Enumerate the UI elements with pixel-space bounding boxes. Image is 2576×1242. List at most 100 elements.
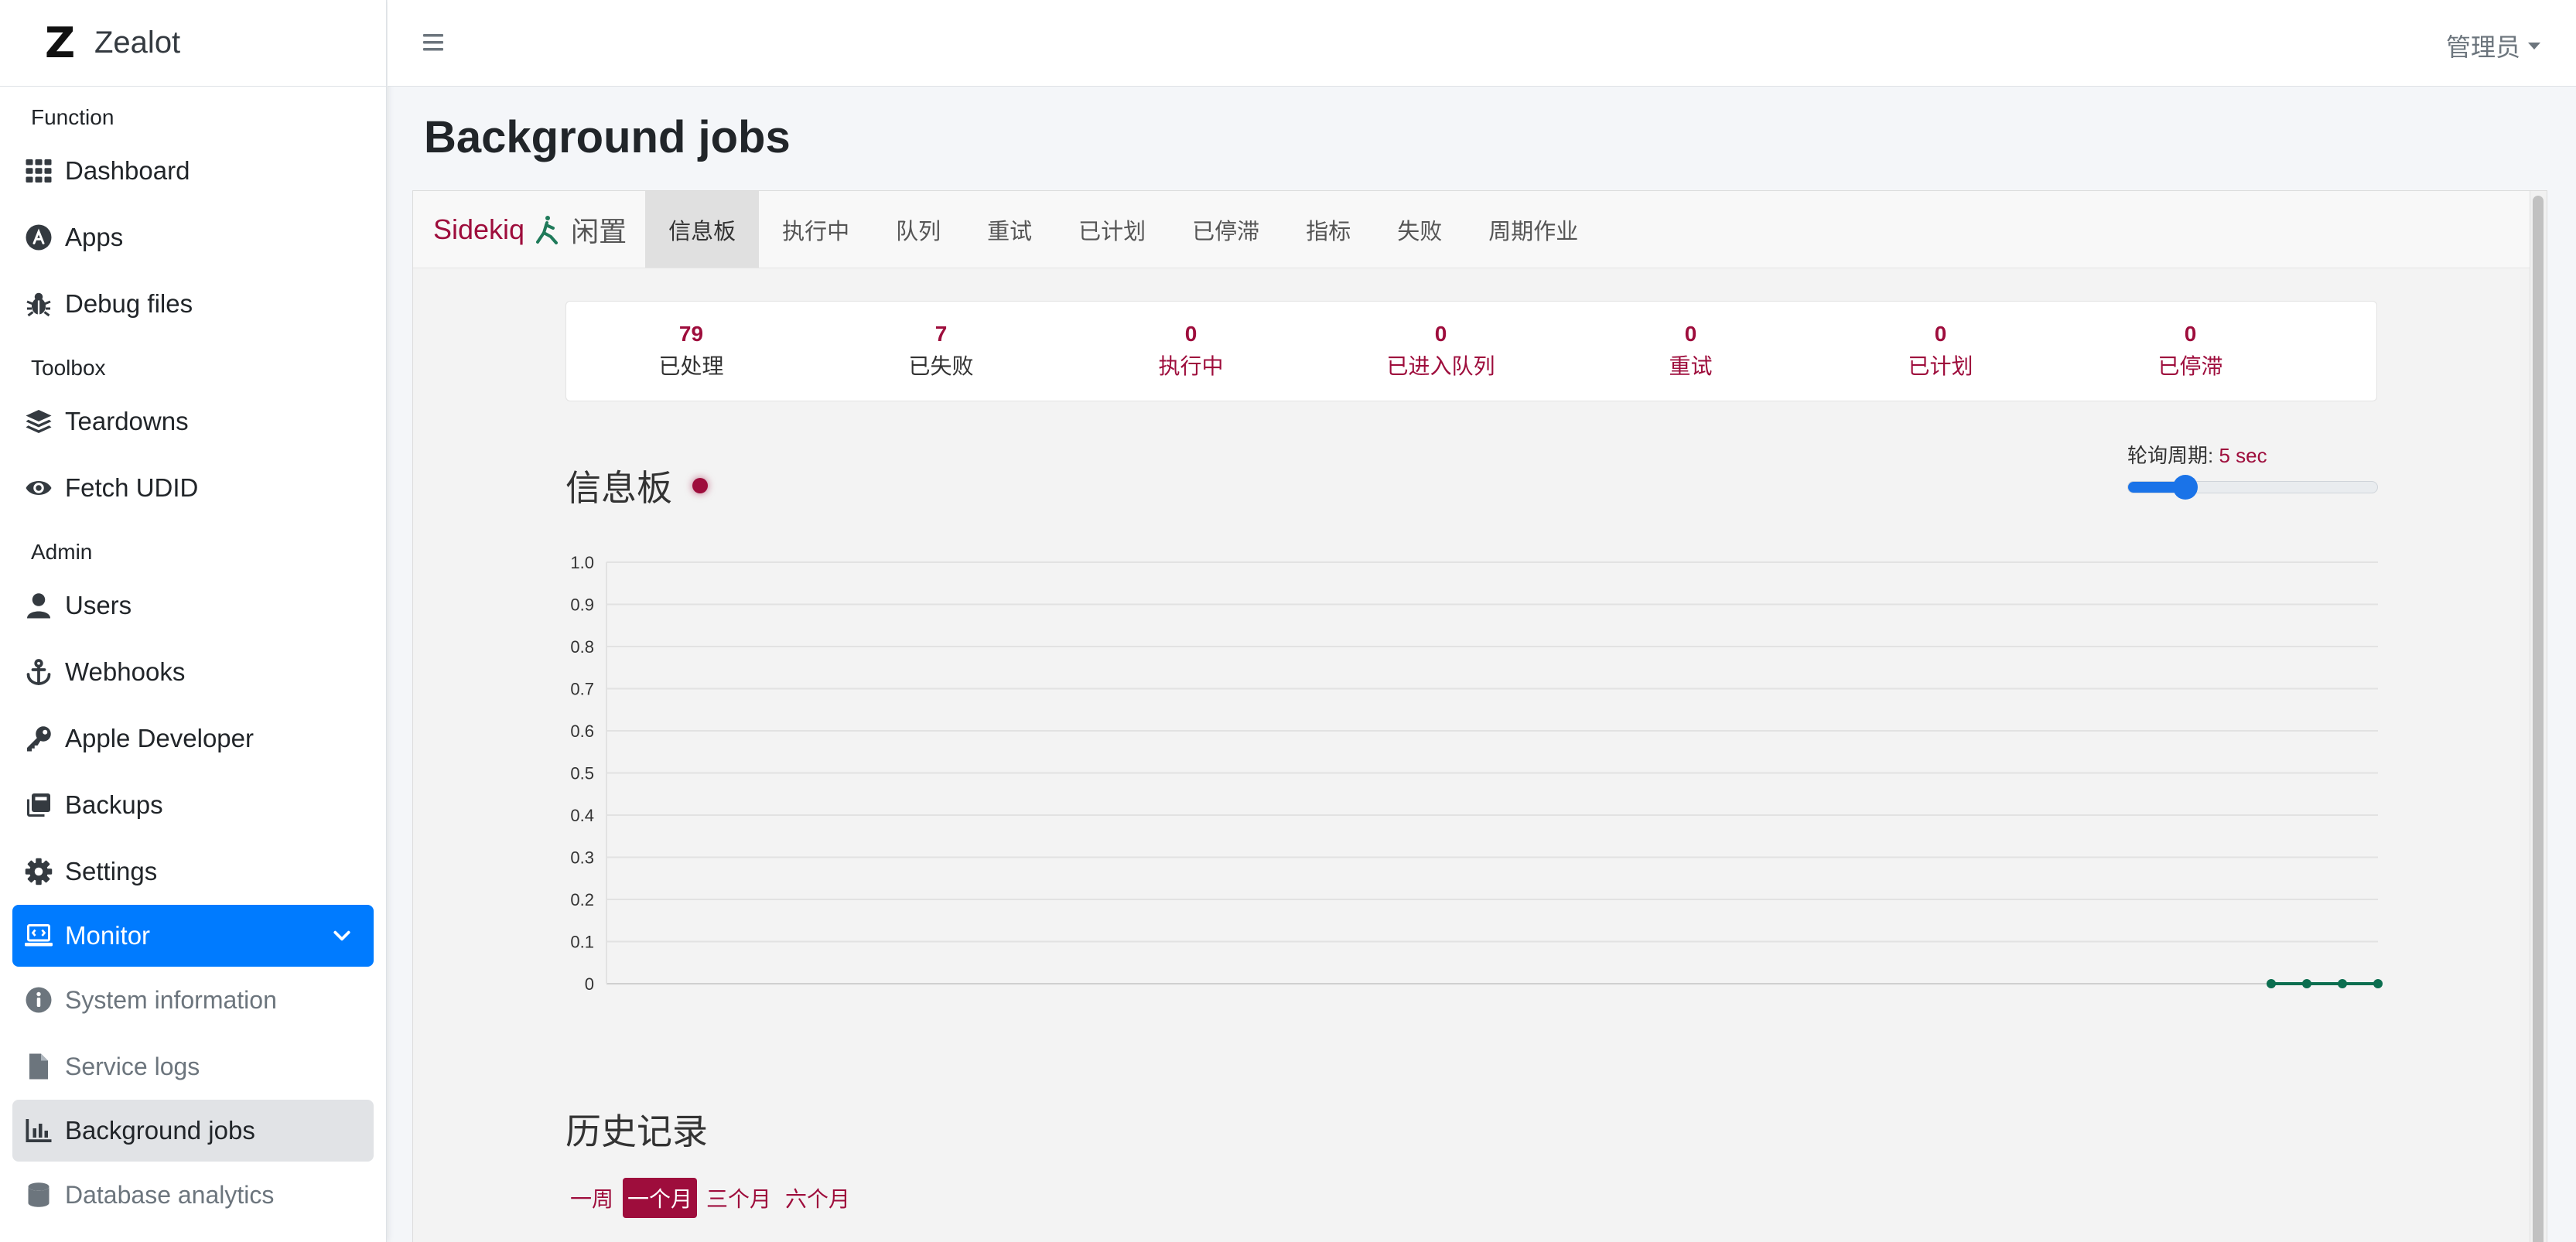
range-1-month[interactable]: 一个月 <box>623 1178 698 1218</box>
tab-queues[interactable]: 队列 <box>873 191 964 268</box>
tab-scheduled[interactable]: 已计划 <box>1055 191 1169 268</box>
y-tick-label: 0.3 <box>570 848 594 868</box>
sidebar-item-label: Fetch UDID <box>65 473 199 502</box>
sidebar-item-monitor[interactable]: Monitor <box>12 905 374 967</box>
slider-thumb[interactable] <box>2173 475 2198 500</box>
y-tick-label: 0 <box>585 974 594 994</box>
app-store-icon <box>23 222 54 253</box>
tab-busy[interactable]: 执行中 <box>759 191 873 268</box>
sidebar-item-debug-files[interactable]: Debug files <box>12 271 374 337</box>
tab-failures[interactable]: 失败 <box>1374 191 1465 268</box>
sidebar-item-label: Backups <box>65 790 163 819</box>
y-tick-label: 0.9 <box>570 595 594 615</box>
sidebar-item-label: Database analytics <box>65 1180 275 1209</box>
beacon-indicator <box>692 478 708 493</box>
tab-dashboard[interactable]: 信息板 <box>645 191 760 268</box>
sidebar-item-background-jobs[interactable]: Background jobs <box>12 1100 374 1162</box>
range-1-week[interactable]: 一周 <box>565 1178 618 1218</box>
sidebar-item-settings[interactable]: Settings <box>12 838 374 905</box>
brand[interactable]: Z Zealot <box>0 0 386 87</box>
gear-icon <box>23 856 54 887</box>
sidebar-item-service-logs[interactable]: Service logs <box>12 1033 374 1100</box>
y-tick-label: 0.4 <box>570 806 594 825</box>
sidebar: Z Zealot Function Dashboard Apps Debug f… <box>0 0 387 1242</box>
y-tick-label: 0.6 <box>570 722 594 741</box>
scrollbar-thumb[interactable] <box>2533 196 2544 1242</box>
stat-scheduled[interactable]: 0 已计划 <box>1816 302 2065 401</box>
eye-icon <box>23 473 54 503</box>
stat-label: 已进入队列 <box>1386 354 1495 378</box>
data-point[interactable] <box>2267 979 2276 988</box>
sidebar-item-fetch-udid[interactable]: Fetch UDID <box>12 455 374 521</box>
chart-bar-icon <box>23 1115 54 1146</box>
info-icon <box>23 984 54 1015</box>
tab-retries[interactable]: 重试 <box>964 191 1055 268</box>
data-point[interactable] <box>2338 979 2347 988</box>
tab-metrics[interactable]: 指标 <box>1283 191 1374 268</box>
stat-label: 执行中 <box>1158 354 1224 378</box>
hamburger-menu-icon[interactable] <box>422 31 445 54</box>
stat-enqueued[interactable]: 0 已进入队列 <box>1316 302 1566 401</box>
realtime-chart: 1.0 0.9 0.8 0.7 0.6 0.5 0.4 0.3 0.2 0.1 0 <box>570 554 2383 994</box>
poll-interval-slider[interactable] <box>2127 475 2378 500</box>
stats-summary: 79 已处理 7 已失败 0 执行中 0 已进入队列 0 重试 0 已计划 0 … <box>565 301 2377 401</box>
key-icon <box>23 723 54 754</box>
tab-dead[interactable]: 已停滞 <box>1169 191 1283 268</box>
sidebar-item-webhooks[interactable]: Webhooks <box>12 639 374 705</box>
sidebar-item-label: Background jobs <box>65 1116 255 1145</box>
sidebar-item-backups[interactable]: Backups <box>12 772 374 838</box>
layers-icon <box>23 406 54 437</box>
user-menu-dropdown[interactable]: 管理员 <box>2446 28 2540 63</box>
sidekiq-brand[interactable]: Sidekiq 闲置 <box>413 191 645 268</box>
sidebar-item-label: Apps <box>65 223 124 251</box>
y-tick-label: 0.5 <box>570 764 594 783</box>
sidebar-item-label: Apple Developer <box>65 724 254 752</box>
stat-label: 已停滞 <box>2157 354 2223 378</box>
file-icon <box>23 1051 54 1082</box>
stat-count: 0 <box>1684 322 1697 346</box>
sidebar-item-users[interactable]: Users <box>12 572 374 639</box>
poll-interval-label: 轮询周期: 5 sec <box>2127 440 2378 469</box>
scrollbar[interactable] <box>2530 191 2547 1242</box>
sidebar-item-label: Monitor <box>65 921 151 950</box>
data-point[interactable] <box>2302 979 2311 988</box>
data-point[interactable] <box>2373 979 2383 988</box>
sidebar-item-dashboard[interactable]: Dashboard <box>12 138 374 204</box>
sidebar-item-apps[interactable]: Apps <box>12 204 374 271</box>
sidekiq-frame: Sidekiq 闲置 信息板 执行中 队列 重试 已计划 已停滞 指标 失败 周… <box>412 190 2547 1242</box>
stat-count: 0 <box>2184 322 2197 346</box>
sidebar-item-teardowns[interactable]: Teardowns <box>12 388 374 455</box>
backup-icon <box>23 790 54 821</box>
sidebar-item-system-information[interactable]: System information <box>12 967 374 1033</box>
stat-count: 0 <box>1184 322 1197 346</box>
stat-processed: 79 已处理 <box>566 302 816 401</box>
sidebar-item-database-analytics[interactable]: Database analytics <box>12 1162 374 1228</box>
sidebar-item-apple-developer[interactable]: Apple Developer <box>12 705 374 772</box>
sidebar-item-label: Teardowns <box>65 407 189 435</box>
stat-failed: 7 已失败 <box>816 302 1066 401</box>
sidebar-item-label: Webhooks <box>65 657 186 686</box>
stat-retries[interactable]: 0 重试 <box>1566 302 1816 401</box>
monitor-icon <box>23 920 54 951</box>
y-tick-label: 1.0 <box>570 554 594 572</box>
sidebar-item-label: Service logs <box>65 1052 200 1080</box>
nav-section-toolbox: Toolbox <box>31 356 106 380</box>
user-icon <box>23 590 54 621</box>
history-range-selector: 一周 一个月 三个月 六个月 <box>565 1178 859 1218</box>
anchor-icon <box>23 657 54 688</box>
y-tick-label: 0.8 <box>570 637 594 657</box>
poll-label-text: 轮询周期: <box>2127 444 2214 467</box>
dashboard-heading-text: 信息板 <box>565 468 672 508</box>
history-heading: 历史记录 <box>565 1111 708 1152</box>
stat-busy[interactable]: 0 执行中 <box>1066 302 1316 401</box>
stat-dead[interactable]: 0 已停滞 <box>2065 302 2315 401</box>
tab-cron[interactable]: 周期作业 <box>1465 191 1601 268</box>
range-3-months[interactable]: 三个月 <box>702 1178 776 1218</box>
nav-section-function: Function <box>31 105 114 129</box>
sidebar-item-label: Settings <box>65 857 158 885</box>
sidekiq-navbar: Sidekiq 闲置 信息板 执行中 队列 重试 已计划 已停滞 指标 失败 周… <box>413 191 2531 268</box>
range-6-months[interactable]: 六个月 <box>781 1178 855 1218</box>
caret-down-icon <box>2528 42 2540 49</box>
brand-name: Zealot <box>94 26 181 60</box>
user-menu-label: 管理员 <box>2445 33 2520 61</box>
